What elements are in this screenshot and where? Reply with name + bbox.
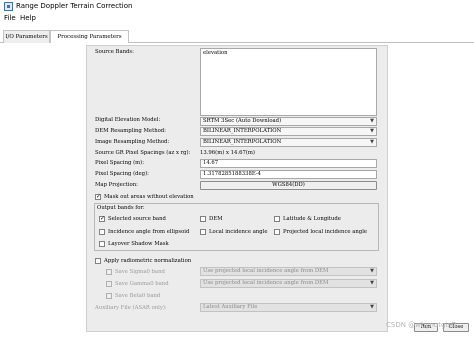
layover-shadow-label: Layover Shadow Mask [108, 241, 169, 247]
apply-radiometric-checkbox[interactable] [95, 258, 101, 264]
dem-label: Digital Elevation Model: [95, 117, 161, 123]
dem-select[interactable]: SRTM 3Sec (Auto Download) ▼ [200, 117, 377, 126]
dem-resampling-label: DEM Resampling Method: [95, 128, 166, 134]
tab-strip: I/O Parameters Processing Parameters [0, 30, 474, 43]
dem-resampling-select[interactable]: BILINEAR_INTERPOLATION ▼ [200, 127, 377, 136]
menu-bar [0, 13, 474, 24]
image-resampling-value: BILINEAR_INTERPOLATION [203, 139, 282, 145]
save-gamma0-value: Use projected local incidence angle from… [203, 280, 329, 286]
chevron-down-icon: ▼ [370, 304, 374, 310]
save-sigma0-value: Use projected local incidence angle from… [203, 268, 329, 274]
menu-file[interactable]: File [4, 14, 16, 23]
dem-select-value: SRTM 3Sec (Auto Download) [203, 118, 282, 124]
save-gamma0-label: Save Gamma0 band [115, 281, 169, 287]
save-sigma0-select[interactable]: Use projected local incidence angle from… [200, 267, 377, 276]
pixel-spacing-deg-input[interactable]: 1.3178285188338E-4 [200, 170, 377, 179]
app-icon [4, 2, 13, 11]
incidence-ellipsoid-label: Incidence angle from ellipsoid [108, 229, 190, 235]
source-gr-label: Source GR Pixel Spacings (az x rg): [95, 150, 191, 156]
auxiliary-file-select[interactable]: Latest Auxiliary File ▼ [200, 303, 377, 312]
source-bands-label: Source Bands: [95, 49, 134, 55]
watermark-text: CSDN @whynotgisQ [386, 321, 457, 329]
save-gamma0-checkbox[interactable] [106, 281, 112, 287]
map-projection-button[interactable]: WGS84(DD) [200, 181, 377, 190]
save-beta0-label: Save Beta0 band [115, 293, 161, 299]
menu-help[interactable]: Help [20, 14, 36, 23]
save-gamma0-select[interactable]: Use projected local incidence angle from… [200, 279, 377, 288]
lat-lon-checkbox[interactable] [274, 216, 280, 222]
apply-radiometric-label: Apply radiometric normalization [104, 258, 192, 264]
pixel-spacing-deg-label: Pixel Spacing (deg): [95, 171, 149, 177]
image-resampling-select[interactable]: BILINEAR_INTERPOLATION ▼ [200, 138, 377, 147]
layover-shadow-checkbox[interactable] [99, 241, 105, 247]
mask-out-label: Mask out areas without elevation [104, 194, 194, 200]
list-item[interactable]: elevation [203, 49, 376, 58]
chevron-down-icon: ▼ [370, 118, 374, 124]
selected-source-band-checkbox[interactable] [99, 215, 105, 222]
save-beta0-checkbox[interactable] [106, 293, 112, 299]
window-title: Range Doppler Terrain Correction [16, 2, 133, 10]
dem-output-label: DEM [209, 216, 223, 222]
selected-source-band-label: Selected source band [108, 216, 166, 222]
output-bands-label: Output bands for: [97, 205, 145, 211]
tab-processing-parameters[interactable]: Processing Parameters [50, 30, 129, 43]
tab-io-parameters[interactable]: I/O Parameters [3, 30, 50, 43]
local-incidence-label: Local incidence angle [209, 229, 268, 235]
map-projection-label: Map Projection: [95, 182, 138, 188]
projected-local-incidence-label: Projected local incidence angle [283, 229, 368, 235]
chevron-down-icon: ▼ [370, 128, 374, 134]
source-gr-value: 13.96(m) x 14.67(m) [200, 150, 255, 156]
save-sigma0-label: Save Sigma0 band [115, 269, 165, 275]
auxiliary-file-value: Latest Auxiliary File [203, 304, 258, 310]
save-sigma0-checkbox[interactable] [106, 269, 112, 275]
pixel-spacing-m-input[interactable]: 14.67 [200, 159, 377, 168]
projected-local-incidence-checkbox[interactable] [274, 229, 280, 235]
auxiliary-file-label: Auxiliary File (ASAR only): [95, 305, 167, 311]
pixel-spacing-m-label: Pixel Spacing (m): [95, 160, 145, 166]
lat-lon-label: Latitude & Longitude [283, 216, 341, 222]
source-bands-list[interactable]: elevation [200, 48, 377, 116]
chevron-down-icon: ▼ [370, 139, 374, 145]
mask-out-checkbox[interactable] [95, 193, 101, 200]
chevron-down-icon: ▼ [370, 268, 374, 274]
dem-resampling-value: BILINEAR_INTERPOLATION [203, 128, 282, 134]
image-resampling-label: Image Resampling Method: [95, 139, 170, 145]
incidence-ellipsoid-checkbox[interactable] [99, 229, 105, 235]
chevron-down-icon: ▼ [370, 280, 374, 286]
dem-checkbox[interactable] [200, 216, 206, 222]
local-incidence-checkbox[interactable] [200, 229, 206, 235]
